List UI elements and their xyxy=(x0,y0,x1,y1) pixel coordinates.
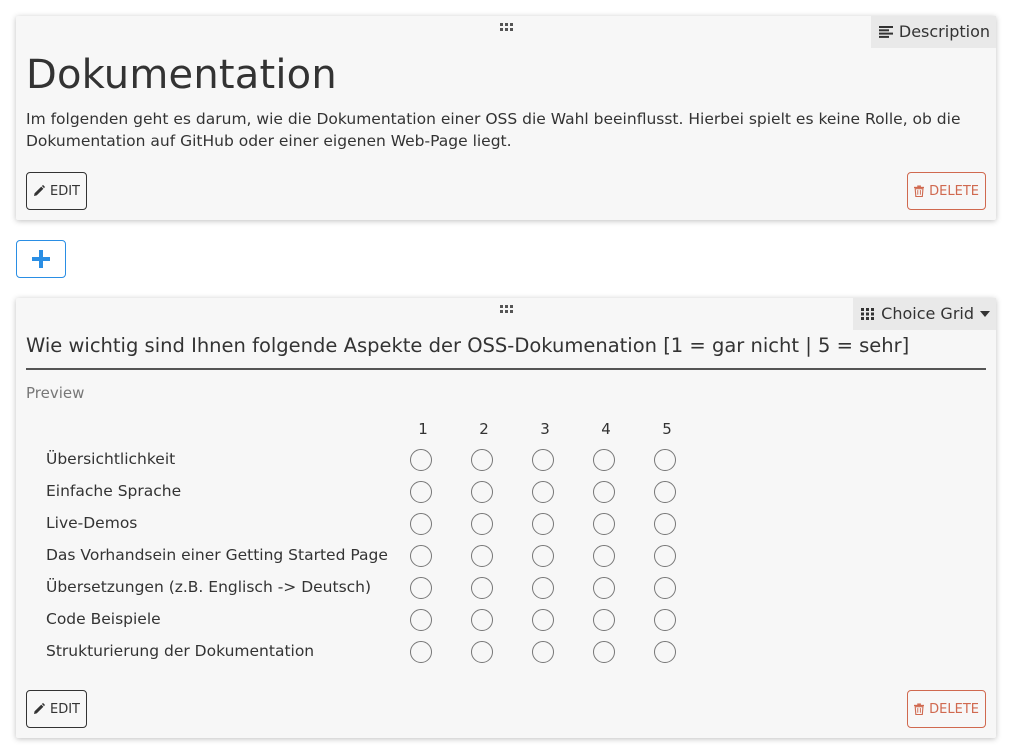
grid-radio-button[interactable] xyxy=(593,513,615,535)
grid-radio-button[interactable] xyxy=(471,449,493,471)
drag-handle-icon[interactable] xyxy=(500,23,514,33)
grid-radio-button[interactable] xyxy=(593,545,615,567)
grid-radio-button[interactable] xyxy=(593,481,615,503)
grid-radio-button[interactable] xyxy=(410,609,432,631)
grid-radio-button[interactable] xyxy=(471,641,493,663)
grid-radio-button[interactable] xyxy=(471,609,493,631)
grid-radio-button[interactable] xyxy=(532,449,554,471)
delete-label: DELETE xyxy=(929,701,979,717)
grid-row-label: Code Beispiele xyxy=(46,610,161,628)
grid-row-label: Einfache Sprache xyxy=(46,482,182,500)
grid-radio-button[interactable] xyxy=(593,577,615,599)
grid-radio-button[interactable] xyxy=(593,641,615,663)
block-type-dropdown[interactable]: Choice Grid xyxy=(853,298,996,330)
grid-radio-button[interactable] xyxy=(471,481,493,503)
edit-label: EDIT xyxy=(50,701,80,717)
delete-button[interactable]: DELETE xyxy=(907,172,986,210)
description-title: Dokumentation xyxy=(26,52,337,98)
pencil-icon xyxy=(34,185,45,196)
description-block: Description Dokumentation Im folgenden g… xyxy=(16,16,996,220)
grid-icon xyxy=(861,308,875,320)
grid-row-label: Übersichtlichkeit xyxy=(46,450,176,468)
grid-radio-button[interactable] xyxy=(532,481,554,503)
grid-radio-button[interactable] xyxy=(410,481,432,503)
add-block-button[interactable] xyxy=(16,240,66,278)
edit-button[interactable]: EDIT xyxy=(26,172,87,210)
grid-radio-button[interactable] xyxy=(532,577,554,599)
grid-column-header: 4 xyxy=(601,420,611,438)
delete-button[interactable]: DELETE xyxy=(907,690,986,728)
grid-radio-button[interactable] xyxy=(532,609,554,631)
block-type-label: Description xyxy=(870,16,996,48)
grid-column-header: 5 xyxy=(662,420,672,438)
block-type-text: Choice Grid xyxy=(881,304,974,323)
grid-radio-button[interactable] xyxy=(532,513,554,535)
grid-radio-button[interactable] xyxy=(410,545,432,567)
question-title[interactable]: Wie wichtig sind Ihnen folgende Aspekte … xyxy=(26,334,986,370)
trash-icon xyxy=(914,185,925,197)
grid-radio-button[interactable] xyxy=(410,577,432,599)
grid-column-header: 2 xyxy=(479,420,489,438)
grid-radio-button[interactable] xyxy=(654,609,676,631)
grid-radio-button[interactable] xyxy=(593,609,615,631)
grid-row-label: Das Vorhandsein einer Getting Started Pa… xyxy=(46,546,388,564)
pencil-icon xyxy=(34,703,45,714)
grid-column-header: 1 xyxy=(418,420,428,438)
grid-radio-button[interactable] xyxy=(654,481,676,503)
grid-radio-button[interactable] xyxy=(532,545,554,567)
grid-radio-button[interactable] xyxy=(654,449,676,471)
grid-radio-button[interactable] xyxy=(410,641,432,663)
grid-column-header: 3 xyxy=(540,420,550,438)
align-left-icon xyxy=(878,26,893,38)
grid-radio-button[interactable] xyxy=(471,513,493,535)
grid-row-label: Übersetzungen (z.B. Englisch -> Deutsch) xyxy=(46,578,372,596)
edit-button[interactable]: EDIT xyxy=(26,690,87,728)
grid-radio-button[interactable] xyxy=(654,641,676,663)
edit-label: EDIT xyxy=(50,183,80,199)
grid-radio-button[interactable] xyxy=(410,513,432,535)
grid-radio-button[interactable] xyxy=(532,641,554,663)
drag-handle-icon[interactable] xyxy=(500,305,514,315)
delete-label: DELETE xyxy=(929,183,979,199)
choice-grid-block: Choice Grid Wie wichtig sind Ihnen folge… xyxy=(16,298,996,738)
grid-radio-button[interactable] xyxy=(593,449,615,471)
grid-radio-button[interactable] xyxy=(654,545,676,567)
grid-row-label: Strukturierung der Dokumentation xyxy=(46,642,315,660)
grid-radio-button[interactable] xyxy=(410,449,432,471)
grid-radio-button[interactable] xyxy=(471,545,493,567)
preview-label: Preview xyxy=(26,384,85,402)
trash-icon xyxy=(914,703,925,715)
description-text: Im folgenden geht es darum, wie die Doku… xyxy=(26,110,961,150)
plus-icon xyxy=(32,250,50,268)
grid-radio-button[interactable] xyxy=(471,577,493,599)
block-type-text: Description xyxy=(898,22,990,41)
caret-down-icon xyxy=(980,311,990,317)
grid-radio-button[interactable] xyxy=(654,513,676,535)
grid-row-label: Live-Demos xyxy=(46,514,138,532)
grid-radio-button[interactable] xyxy=(654,577,676,599)
